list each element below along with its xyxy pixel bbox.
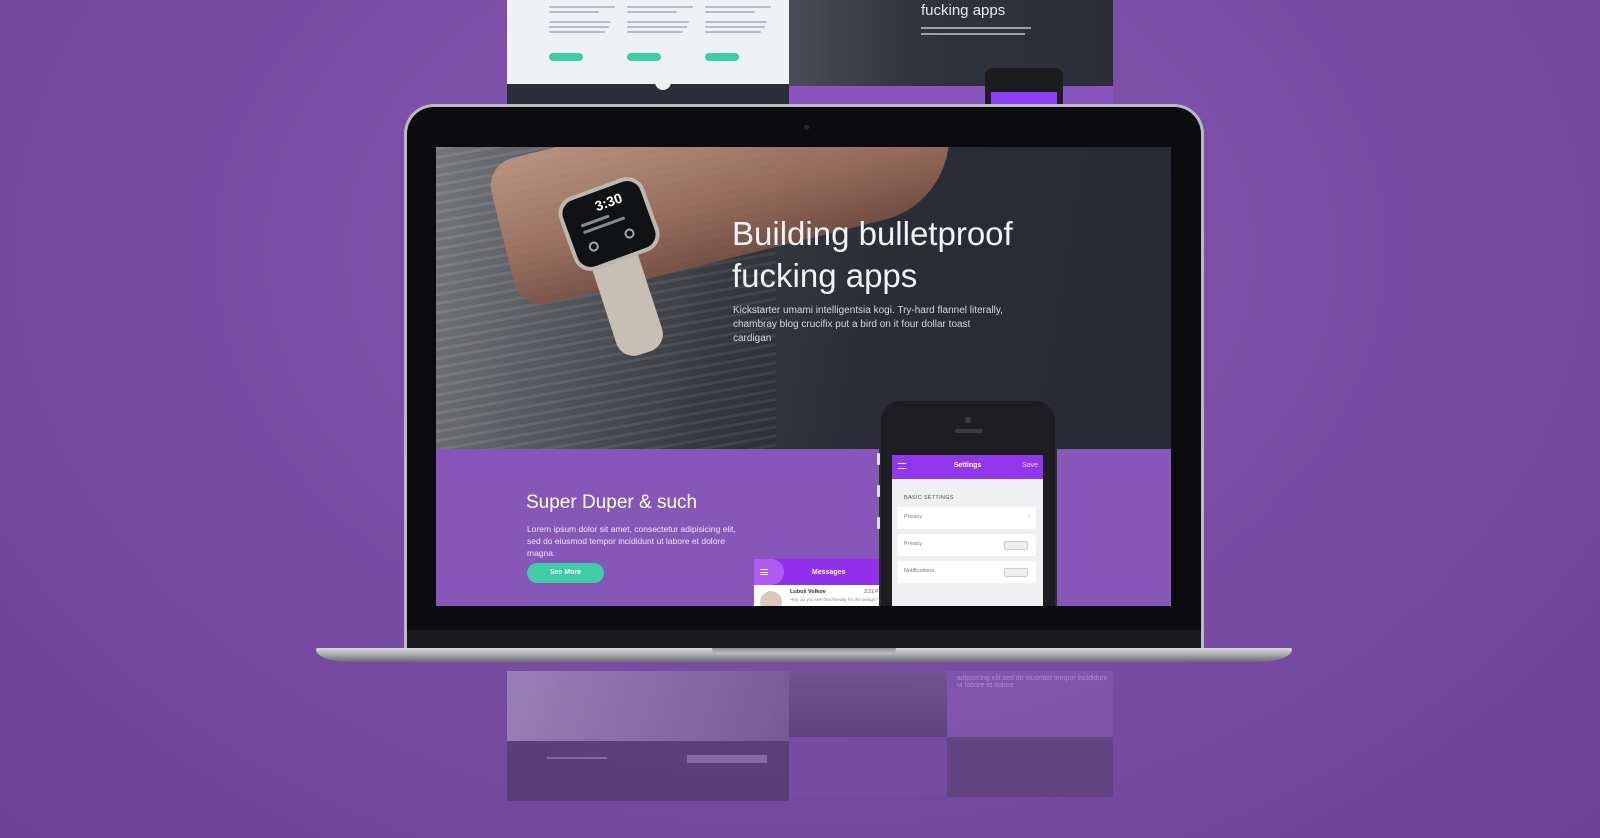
phone-app-bar: Settings Save	[892, 455, 1043, 479]
text-line	[627, 11, 677, 13]
hero-section: 3:30 Building bulletproof fucking apps K…	[436, 147, 1171, 449]
messages-card: Messages Luboš Volkov 3:21 PM Hey, do yo…	[754, 559, 884, 606]
thumbnail-phone	[985, 68, 1063, 108]
phone-mockup: Settings Save BASIC SETTINGS Privacy › P…	[877, 399, 1057, 606]
reflection-thumbnail: adipisicing elit sed do eiusmod tempor i…	[947, 671, 1113, 737]
thumbnail-column	[627, 6, 693, 36]
reflection-thumbnail	[507, 671, 789, 741]
settings-section-label: BASIC SETTINGS	[904, 495, 954, 501]
background-thumbnail-dark: fucking apps	[789, 0, 1113, 108]
messages-header: Messages	[754, 559, 884, 585]
camera-icon	[804, 125, 809, 130]
text-line	[549, 26, 609, 28]
text-line	[921, 27, 1031, 29]
feature-section: Super Duper & such Lorem ipsum dolor sit…	[436, 449, 1171, 606]
message-preview: Hey, do you see that friendly for the de…	[790, 597, 878, 602]
messages-title: Messages	[812, 569, 846, 576]
phone-screen: Settings Save BASIC SETTINGS Privacy › P…	[892, 455, 1043, 606]
text-line	[547, 757, 607, 759]
text-line	[705, 21, 767, 23]
thumbnail-column	[705, 6, 771, 36]
text-line	[687, 755, 767, 763]
settings-row-privacy[interactable]: Privacy ›	[898, 507, 1036, 529]
reflection-text: adipisicing elit sed do eiusmod tempor i…	[957, 675, 1108, 689]
text-line	[705, 11, 755, 13]
toggle-switch[interactable]	[1004, 541, 1028, 550]
watch-time: 3:30	[592, 189, 625, 215]
text-line	[705, 6, 771, 8]
laptop-base	[316, 648, 1292, 662]
phone-camera	[965, 417, 971, 423]
phone-speaker	[955, 429, 983, 433]
thumbnail-title: fucking apps	[921, 2, 1006, 19]
activity-icon	[623, 227, 636, 240]
text-line	[549, 31, 605, 33]
phone-side-button	[877, 453, 880, 465]
messages-header-avatar	[754, 559, 784, 585]
text-line	[549, 21, 611, 23]
text-line	[921, 33, 1025, 35]
laptop-notch	[712, 648, 896, 654]
settings-row-label: Privacy	[904, 541, 923, 547]
settings-row-label: Privacy	[904, 514, 923, 520]
laptop-screen: 3:30 Building bulletproof fucking apps K…	[436, 147, 1171, 606]
message-sender: Luboš Volkov	[790, 589, 826, 595]
text-line	[705, 31, 761, 33]
menu-icon[interactable]	[760, 569, 768, 575]
reflection-thumbnail	[789, 671, 947, 737]
phone-bar-title: Settings	[953, 462, 982, 469]
thumbnail-column	[549, 6, 615, 36]
toggle-switch[interactable]	[1004, 568, 1028, 577]
phone-side-button	[877, 485, 880, 497]
weather-icon	[587, 240, 601, 253]
reflection-thumbnail	[507, 741, 789, 801]
hero-text: Kickstarter umami intelligentsia kogi. T…	[733, 305, 1003, 344]
text-line	[549, 11, 599, 13]
section-title: Super Duper & such	[526, 492, 698, 513]
phone-side-button	[877, 517, 880, 529]
settings-row-privacy-toggle[interactable]: Privacy	[898, 534, 1036, 556]
chevron-right-icon: ›	[1027, 513, 1030, 520]
thumbnail-button	[549, 53, 583, 61]
text-line	[627, 6, 693, 8]
hero-title: Building bulletproof fucking apps	[732, 215, 1013, 294]
thumbnail-button	[627, 53, 661, 61]
reflection-thumbnail	[947, 737, 1113, 797]
reflection-thumbnail	[789, 737, 947, 797]
text-line	[549, 6, 615, 8]
settings-row-label: Notifications	[904, 568, 934, 574]
see-more-button[interactable]: See More	[527, 563, 604, 583]
text-line	[627, 31, 683, 33]
text-line	[627, 26, 687, 28]
thumbnail-button	[705, 53, 739, 61]
section-text: Lorem ipsum dolor sit amet, consectetur …	[527, 524, 736, 558]
save-button[interactable]: Save	[1022, 462, 1038, 469]
settings-row-notifications[interactable]: Notifications	[898, 561, 1036, 583]
background-thumbnail-light	[507, 0, 789, 108]
text-line	[705, 26, 765, 28]
avatar	[760, 591, 782, 606]
text-line	[627, 21, 689, 23]
